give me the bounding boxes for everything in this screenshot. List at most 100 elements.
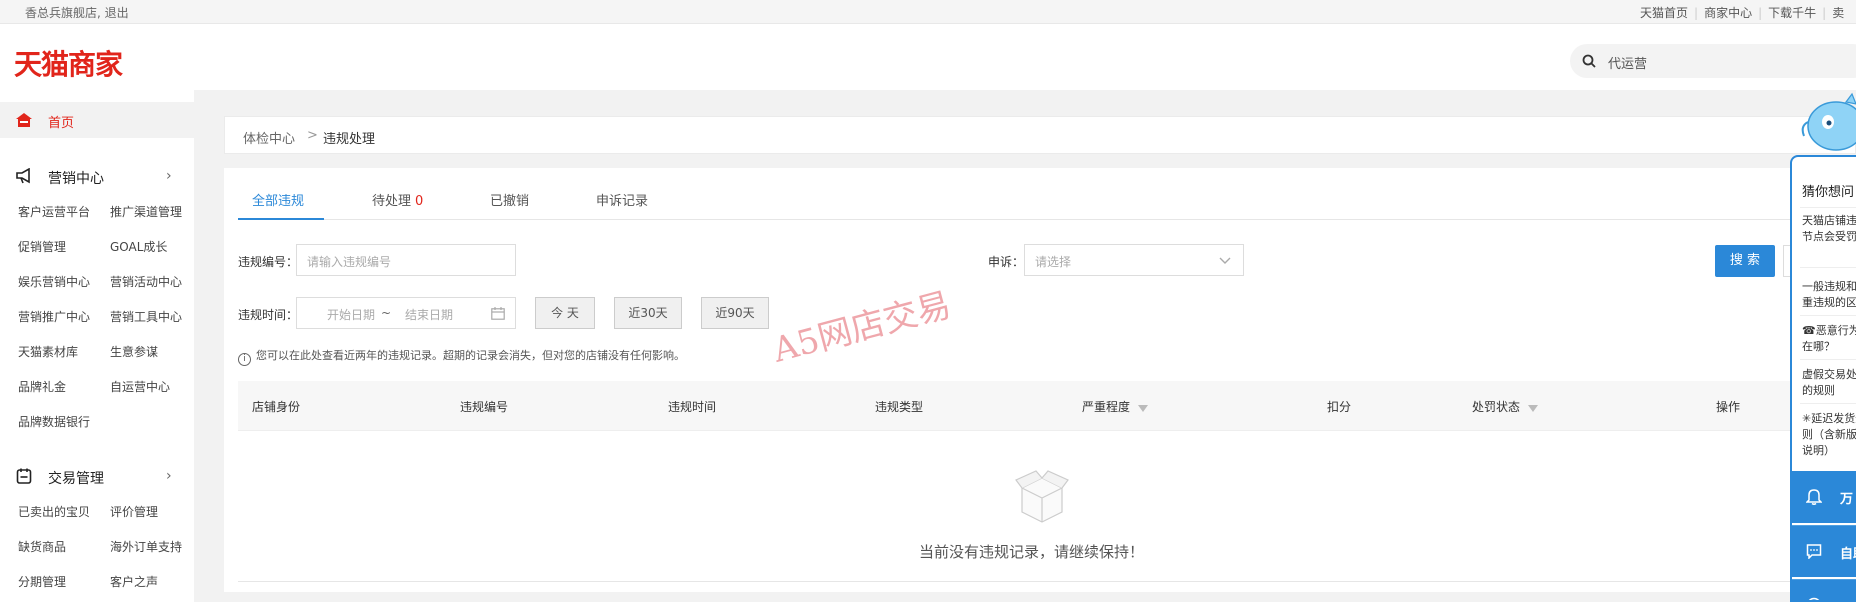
tmall-merchant-logo[interactable]: 天猫商家 <box>14 43 123 83</box>
chevron-right-icon: › <box>166 468 172 484</box>
assistant-notify-button[interactable]: 万 <box>1792 471 1856 523</box>
link-download-qianniu[interactable]: 下载千牛 <box>1768 6 1816 20</box>
end-date-input[interactable]: 结束日期 <box>405 306 453 323</box>
info-icon: i <box>238 353 251 366</box>
sidebar-item-home[interactable]: 首页 <box>0 102 194 138</box>
pending-count-badge: 0 <box>415 194 424 209</box>
violation-time-label: 违规时间： <box>238 308 299 322</box>
bell-icon <box>1806 489 1822 505</box>
divider <box>1800 359 1856 360</box>
sidebar-item[interactable]: 促销管理 <box>18 238 66 255</box>
breadcrumb-parent[interactable]: 体检中心 <box>243 128 295 147</box>
global-search[interactable]: 代运营 <box>1570 44 1856 78</box>
sidebar-item[interactable]: 娱乐营销中心 <box>18 273 90 290</box>
active-tab-indicator <box>238 218 324 220</box>
tab-label: 待处理 <box>372 194 412 209</box>
tab-divider <box>238 219 1856 220</box>
tab-revoked[interactable]: 已撤销 <box>490 190 529 209</box>
search-input[interactable]: 代运营 <box>1608 53 1647 72</box>
tab-appeal-records[interactable]: 申诉记录 <box>596 190 648 209</box>
violations-panel: 全部违规 待处理 0 已撤销 申诉记录 违规编号： 请输入违规编号 申诉： 请选择… <box>224 168 1856 592</box>
sidebar-item[interactable]: GOAL成长 <box>110 238 167 255</box>
last-30-days-button[interactable]: 近30天 <box>614 297 682 329</box>
sidebar-item[interactable]: 自运营中心 <box>110 378 170 395</box>
col-severity[interactable]: 严重程度 <box>1082 398 1149 415</box>
filter-icon[interactable] <box>1528 405 1539 412</box>
tab-all-violations[interactable]: 全部违规 <box>252 190 304 209</box>
chat-icon <box>1806 544 1822 559</box>
top-bar: 香总兵旗舰店, 退出 天猫首页 | 商家中心 | 下载千牛 | 卖 <box>0 0 1856 24</box>
col-violation-id: 违规编号 <box>460 400 509 414</box>
chevron-down-icon <box>1219 257 1231 264</box>
divider <box>1800 315 1856 316</box>
clipboard-icon <box>16 468 32 484</box>
sidebar: 首页 营销中心 › 客户运营平台 推广渠道管理 促销管理 GOAL成长 娱乐营销… <box>0 90 194 602</box>
megaphone-icon <box>16 168 30 184</box>
link-merchant-center[interactable]: 商家中心 <box>1704 6 1752 20</box>
col-points: 扣分 <box>1327 400 1352 414</box>
faq-item[interactable]: 虚假交易处罚的规则 <box>1802 367 1856 399</box>
separator: | <box>1822 6 1827 20</box>
col-penalty-status[interactable]: 处罚状态 <box>1472 398 1539 415</box>
violations-table-header: 店铺身份 违规编号 违规时间 违规类型 严重程度 扣分 处罚状态 操作 <box>238 381 1856 431</box>
date-range-separator: ~ <box>381 306 392 320</box>
today-button[interactable]: 今 天 <box>535 297 595 329</box>
sidebar-item[interactable]: 缺货商品 <box>18 538 66 555</box>
link-tmall-home[interactable]: 天猫首页 <box>1640 6 1688 20</box>
sidebar-item[interactable]: 已卖出的宝贝 <box>18 503 90 520</box>
assistant-panel: 猜你想问 天猫店铺违规节点会受罚？ 一般违规和严重违规的区别是 ☎恶意行为口在哪… <box>1790 155 1856 602</box>
sidebar-item[interactable]: 营销推广中心 <box>18 308 90 325</box>
col-actions: 操作 <box>1716 400 1741 414</box>
assistant-service-button[interactable]: 服 <box>1792 579 1856 600</box>
sidebar-item[interactable]: 营销工具中心 <box>110 308 182 325</box>
col-violation-time: 违规时间 <box>668 400 717 414</box>
calendar-icon <box>491 307 505 320</box>
sidebar-item[interactable]: 生意参谋 <box>110 343 158 360</box>
home-icon <box>16 113 32 127</box>
sidebar-item[interactable]: 天猫素材库 <box>18 343 78 360</box>
start-date-input[interactable]: 开始日期 <box>327 306 375 323</box>
mascot-icon[interactable] <box>1798 92 1856 158</box>
clock-icon <box>1808 597 1820 600</box>
header: 天猫商家 代运营 <box>0 24 1856 90</box>
sidebar-item[interactable]: 营销活动中心 <box>110 273 182 290</box>
divider <box>1800 267 1856 268</box>
date-range-picker[interactable]: 开始日期 ~ 结束日期 <box>296 297 516 329</box>
appeal-select[interactable]: 请选择 <box>1024 244 1244 276</box>
sidebar-item[interactable]: 评价管理 <box>110 503 158 520</box>
search-button[interactable]: 搜 索 <box>1715 245 1775 277</box>
select-placeholder: 请选择 <box>1035 255 1072 269</box>
top-links: 天猫首页 | 商家中心 | 下载千牛 | 卖 <box>1640 4 1844 21</box>
section-title: 交易管理 <box>48 471 104 487</box>
separator: | <box>1694 6 1699 20</box>
sidebar-item[interactable]: 推广渠道管理 <box>110 203 182 220</box>
violation-id-label: 违规编号： <box>238 255 299 269</box>
empty-box-icon <box>1015 470 1069 523</box>
filter-icon[interactable] <box>1138 405 1149 412</box>
bar-label: 万 <box>1840 492 1854 507</box>
faq-item[interactable]: 一般违规和严重违规的区别是 <box>1802 279 1856 311</box>
sidebar-item[interactable]: 分期管理 <box>18 573 66 590</box>
faq-item[interactable]: 天猫店铺违规节点会受罚？ <box>1802 213 1856 263</box>
col-label: 严重程度 <box>1082 400 1131 414</box>
assistant-self-service-button[interactable]: 自助 <box>1792 525 1856 577</box>
breadcrumb-separator: > <box>307 128 318 143</box>
user-shop-logout[interactable]: 香总兵旗舰店, 退出 <box>25 4 129 21</box>
tip-text: 您可以在此处查看近两年的违规记录。超期的记录会消失，但对您的店铺没有任何影响。 <box>256 349 685 362</box>
sidebar-item-label: 首页 <box>48 116 75 131</box>
faq-item[interactable]: ☎恶意行为口在哪？ <box>1802 323 1856 355</box>
tab-pending[interactable]: 待处理 0 <box>372 190 423 209</box>
faq-item[interactable]: ✳延迟发货规则（含新版货说明） <box>1802 411 1856 459</box>
sidebar-item[interactable]: 客户运营平台 <box>18 203 90 220</box>
last-90-days-button[interactable]: 近90天 <box>701 297 769 329</box>
violation-id-input[interactable]: 请输入违规编号 <box>296 244 516 276</box>
sidebar-item[interactable]: 品牌礼金 <box>18 378 66 395</box>
col-label: 处罚状态 <box>1472 400 1521 414</box>
sidebar-item[interactable]: 海外订单支持 <box>110 538 182 555</box>
sidebar-item[interactable]: 客户之声 <box>110 573 158 590</box>
link-seller[interactable]: 卖 <box>1832 6 1844 20</box>
sidebar-item[interactable]: 品牌数据银行 <box>18 413 90 430</box>
section-title: 营销中心 <box>48 171 104 187</box>
search-icon <box>1582 54 1596 68</box>
history-tip: i 您可以在此处查看近两年的违规记录。超期的记录会消失，但对您的店铺没有任何影响。 <box>238 347 685 366</box>
